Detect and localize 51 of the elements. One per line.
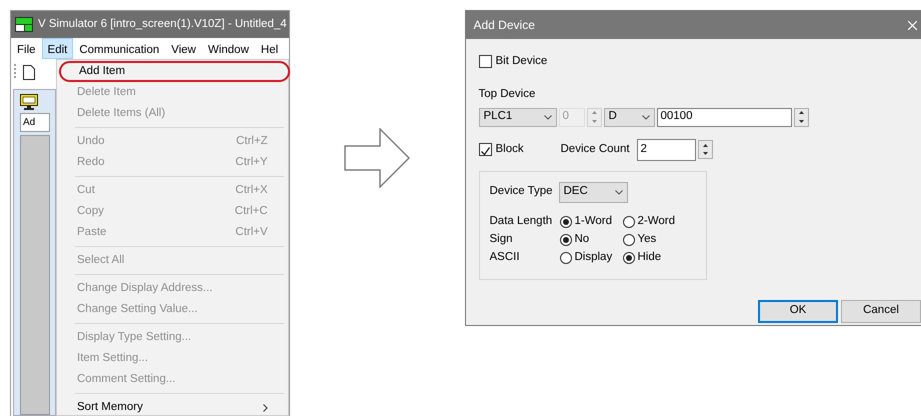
- address-field[interactable]: 00100: [656, 108, 792, 126]
- checkbox[interactable]: Bit Device: [478, 53, 548, 70]
- shortcut-text: Ctrl+Z: [236, 134, 268, 149]
- menu-bar-item[interactable]: Window: [202, 38, 255, 59]
- submenu-chevron-icon: [262, 404, 268, 412]
- dialog-button[interactable]: OK: [758, 300, 838, 322]
- radio-option[interactable]: 2-Word: [622, 212, 686, 230]
- spin-buttons[interactable]: [794, 108, 808, 126]
- field-label: Device Type: [490, 184, 554, 200]
- radio-option[interactable]: Display: [560, 248, 622, 266]
- right-arrow-icon: [344, 128, 410, 188]
- menu-bar-item[interactable]: Edit: [42, 38, 74, 59]
- radio-option[interactable]: Yes: [622, 230, 686, 248]
- field-label: Data Length: [490, 214, 554, 229]
- count-field[interactable]: 2: [636, 138, 696, 160]
- app-logo-icon: [15, 17, 33, 32]
- caret-icon: [544, 114, 552, 120]
- menu-bar-item[interactable]: Hel: [254, 38, 284, 59]
- spin-buttons[interactable]: [698, 140, 713, 159]
- menu-item[interactable]: Add Item: [59, 61, 290, 82]
- shortcut-text: Ctrl+V: [235, 224, 268, 240]
- dialog-button[interactable]: Cancel: [841, 300, 921, 322]
- check-icon: [480, 146, 490, 158]
- menu-bar-item[interactable]: Communication: [73, 38, 166, 59]
- radio-option[interactable]: 1-Word: [560, 212, 622, 230]
- menu-bar-item[interactable]: View: [165, 38, 202, 59]
- field-label: Device Count: [560, 142, 630, 157]
- dialog-title: Add Device: [474, 17, 535, 34]
- shortcut-text: Ctrl+Y: [235, 154, 268, 170]
- new-document-icon[interactable]: [23, 64, 35, 80]
- menu-bar-item[interactable]: File: [11, 38, 42, 59]
- field-label: ASCII: [490, 250, 521, 265]
- dropdown[interactable]: PLC1: [478, 108, 556, 126]
- field-label: Sign: [490, 232, 514, 247]
- radio-option[interactable]: No: [560, 230, 622, 248]
- tab-label[interactable]: Ad: [20, 113, 50, 132]
- shortcut-text: Ctrl+X: [235, 182, 268, 198]
- shortcut-text: Ctrl+C: [234, 204, 268, 219]
- dropdown[interactable]: DEC: [558, 182, 628, 202]
- monitor-icon[interactable]: [20, 94, 38, 110]
- caret-icon: [614, 190, 622, 194]
- toolbar-grip-icon: [14, 64, 17, 80]
- checkbox[interactable]: Block: [478, 140, 560, 158]
- window-title: V Simulator 6 [intro_screen(1).V10Z] - Untitled_4: [38, 16, 287, 32]
- caret-icon: [642, 114, 650, 120]
- menu-item[interactable]: Sort Memory: [59, 397, 286, 416]
- close-icon[interactable]: [908, 20, 917, 30]
- port-field: 0: [558, 108, 584, 126]
- field-label: Top Device: [478, 87, 536, 102]
- dropdown[interactable]: D: [604, 108, 654, 126]
- radio-option[interactable]: Hide: [622, 248, 686, 266]
